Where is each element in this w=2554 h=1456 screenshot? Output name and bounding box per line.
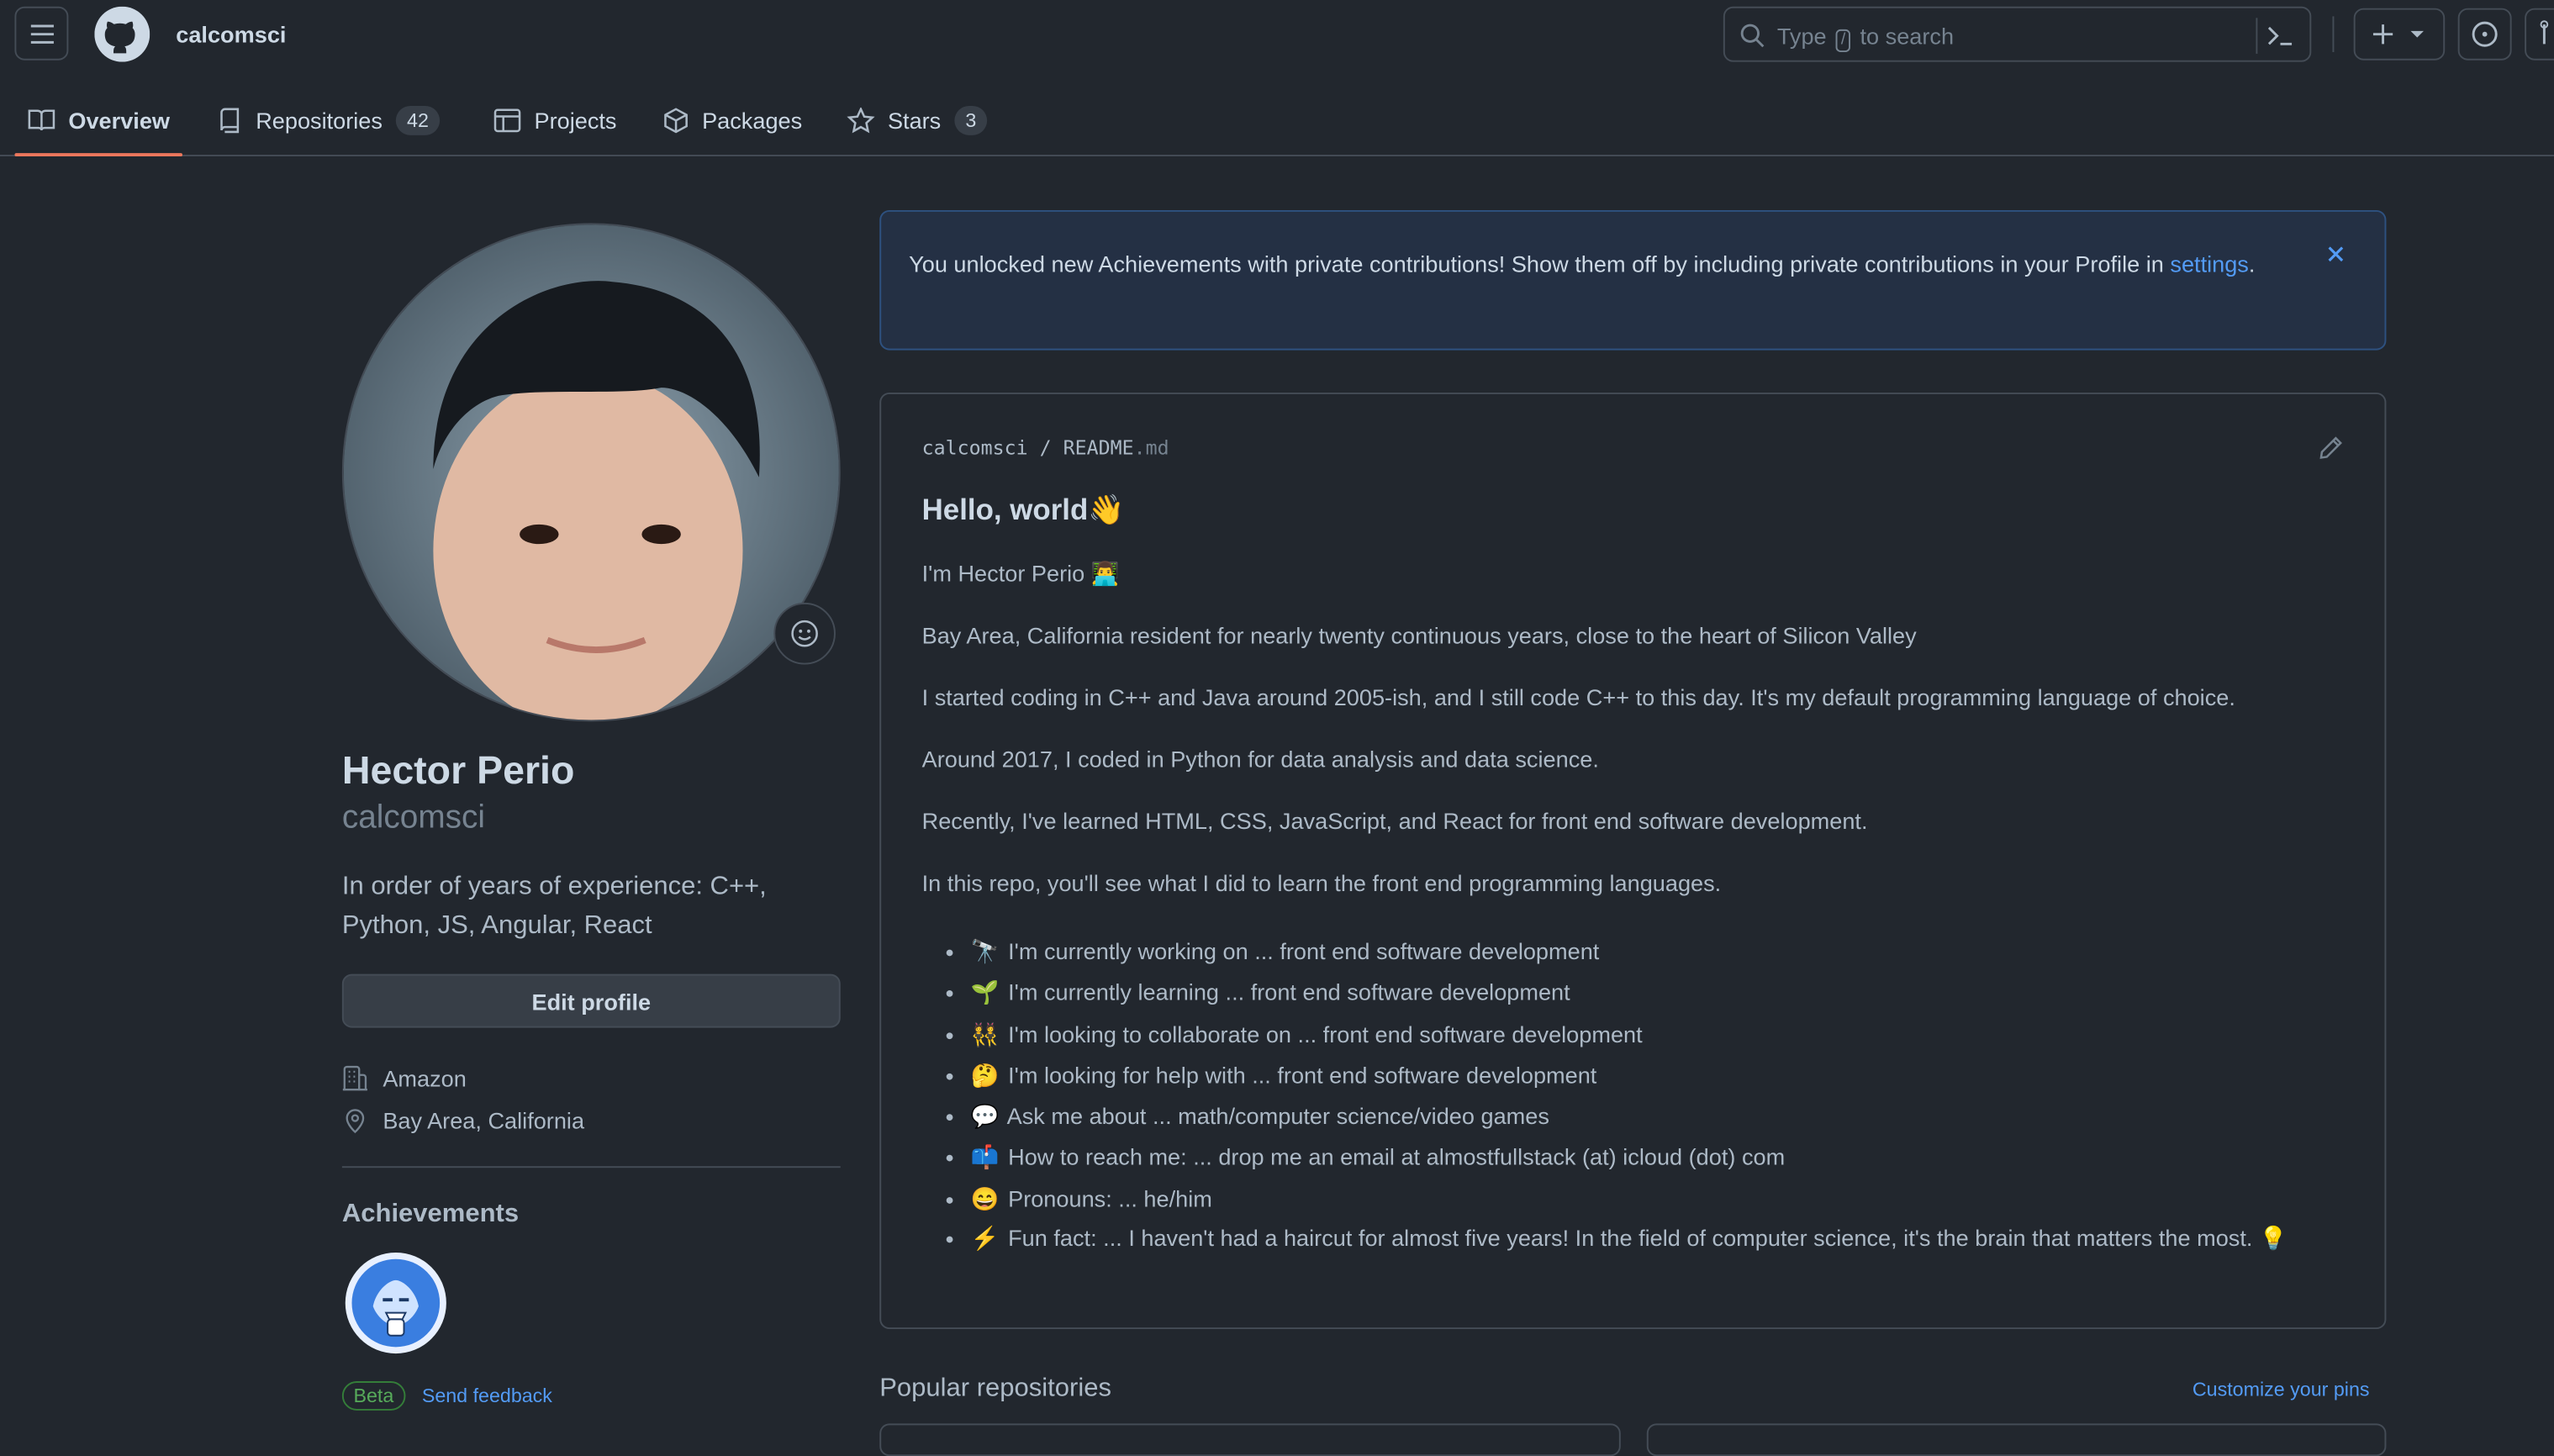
readme-owner-link[interactable]: calcomsci <box>922 436 1028 459</box>
beta-badge: Beta <box>341 1381 405 1411</box>
search-divider <box>2256 18 2258 54</box>
customize-pins-link[interactable]: Customize your pins <box>2193 1378 2370 1401</box>
menu-button[interactable] <box>14 6 69 61</box>
readme-file-link[interactable]: README.md <box>1063 436 1169 459</box>
hamburger-icon <box>29 24 53 43</box>
list-item: 😄 Pronouns: ... he/him <box>971 1179 2404 1220</box>
settings-link[interactable]: settings <box>2170 251 2248 277</box>
send-feedback-link[interactable]: Send feedback <box>422 1385 552 1407</box>
list-item: 🌱 I'm currently learning ... front end s… <box>971 973 2404 1014</box>
list-item: ⚡ Fun fact: ... I haven't had a haircut … <box>971 1220 2404 1256</box>
profile-company: Amazon <box>342 1065 467 1091</box>
issues-button[interactable] <box>2457 8 2512 61</box>
top-header: calcomsci Type / to search <box>0 0 2554 71</box>
search-placeholder: Type / to search <box>1777 23 1954 52</box>
tab-packages[interactable]: Packages <box>663 85 803 155</box>
tab-repositories[interactable]: Repositories 42 <box>217 85 441 155</box>
list-item: 💬 Ask me about ... math/computer science… <box>971 1096 2404 1137</box>
readme-paragraph: Recently, I've learned HTML, CSS, JavaSc… <box>921 808 1868 834</box>
pinned-repo-card[interactable] <box>879 1423 1621 1456</box>
table-icon <box>493 108 521 132</box>
pull-requests-button[interactable] <box>2525 8 2554 61</box>
company-label: Amazon <box>383 1065 467 1092</box>
book-icon <box>28 108 55 130</box>
tab-overview-label: Overview <box>68 106 171 133</box>
pencil-icon[interactable] <box>2318 435 2344 461</box>
location-icon <box>346 1109 365 1134</box>
edit-profile-button[interactable]: Edit profile <box>341 973 841 1028</box>
close-icon[interactable] <box>2324 243 2347 266</box>
stars-count-badge: 3 <box>953 104 988 135</box>
header-divider <box>2332 16 2335 52</box>
issue-icon <box>2472 21 2498 47</box>
header-username[interactable]: calcomsci <box>176 21 286 47</box>
profile-bio: In order of years of experience: C++, Py… <box>341 873 767 940</box>
list-item: 📫 How to reach me: ... drop me an email … <box>971 1137 2404 1179</box>
tab-overview[interactable]: Overview <box>14 85 184 156</box>
avatar[interactable] <box>341 223 841 722</box>
tab-repositories-label: Repositories <box>256 106 383 133</box>
plus-icon <box>2372 24 2424 45</box>
sidebar-divider <box>341 1166 841 1168</box>
tab-packages-label: Packages <box>702 106 803 133</box>
star-icon <box>847 106 875 133</box>
set-status-button[interactable] <box>773 602 836 665</box>
path-separator: / <box>1039 436 1052 460</box>
profile-name: Hector Perio <box>341 749 575 794</box>
achievement-badge-icon[interactable] <box>344 1251 448 1355</box>
profile-login: calcomsci <box>341 799 485 836</box>
repositories-count-badge: 42 <box>395 104 441 135</box>
profile-tabs: Overview Repositories 42 Projects Packag… <box>0 85 2554 156</box>
pinned-repo-card[interactable] <box>1646 1423 2387 1456</box>
command-palette-icon[interactable] <box>2264 19 2297 52</box>
readme-path: calcomsci / README.md <box>922 436 1169 459</box>
search-input[interactable]: Type / to search <box>1723 6 2312 62</box>
tab-stars[interactable]: Stars 3 <box>847 85 988 155</box>
github-logo-icon[interactable] <box>94 6 150 62</box>
location-label: Bay Area, California <box>383 1107 585 1134</box>
achievements-heading[interactable]: Achievements <box>342 1200 519 1230</box>
readme-list: 🔭 I'm currently working on ... front end… <box>922 931 2404 1256</box>
avatar-photo-image <box>343 224 839 720</box>
popular-repositories-heading: Popular repositories <box>879 1374 1111 1403</box>
readme-heading: Hello, world👋 <box>921 493 1125 526</box>
pull-request-icon <box>2540 20 2549 45</box>
readme-paragraph: In this repo, you'll see what I did to l… <box>921 869 1722 896</box>
tab-projects-label: Projects <box>534 106 617 133</box>
search-icon <box>1740 24 1765 48</box>
achievements-notice: You unlocked new Achievements with priva… <box>879 209 2387 351</box>
profile-readme: calcomsci / README.md Hello, world👋 I'm … <box>879 392 2387 1329</box>
organization-icon <box>342 1065 367 1091</box>
readme-paragraph: Around 2017, I coded in Python for data … <box>921 746 1599 773</box>
list-item: 🤔 I'm looking for help with ... front en… <box>971 1055 2404 1096</box>
tab-stars-label: Stars <box>887 106 942 133</box>
list-item: 👯 I'm looking to collaborate on ... fron… <box>971 1014 2404 1055</box>
profile-location: Bay Area, California <box>342 1108 584 1134</box>
tab-projects[interactable]: Projects <box>493 85 616 155</box>
list-item: 🔭 I'm currently working on ... front end… <box>971 931 2404 973</box>
readme-paragraph: I'm Hector Perio 👨‍💻 <box>921 560 1120 587</box>
smiley-icon <box>791 620 818 647</box>
readme-paragraph: Bay Area, California resident for nearly… <box>921 622 1917 649</box>
readme-paragraph: I started coding in C++ and Java around … <box>921 683 2235 710</box>
repo-icon <box>220 107 240 133</box>
package-icon <box>664 107 688 133</box>
create-new-button[interactable] <box>2353 8 2446 61</box>
notice-message: You unlocked new Achievements with priva… <box>909 251 2256 277</box>
